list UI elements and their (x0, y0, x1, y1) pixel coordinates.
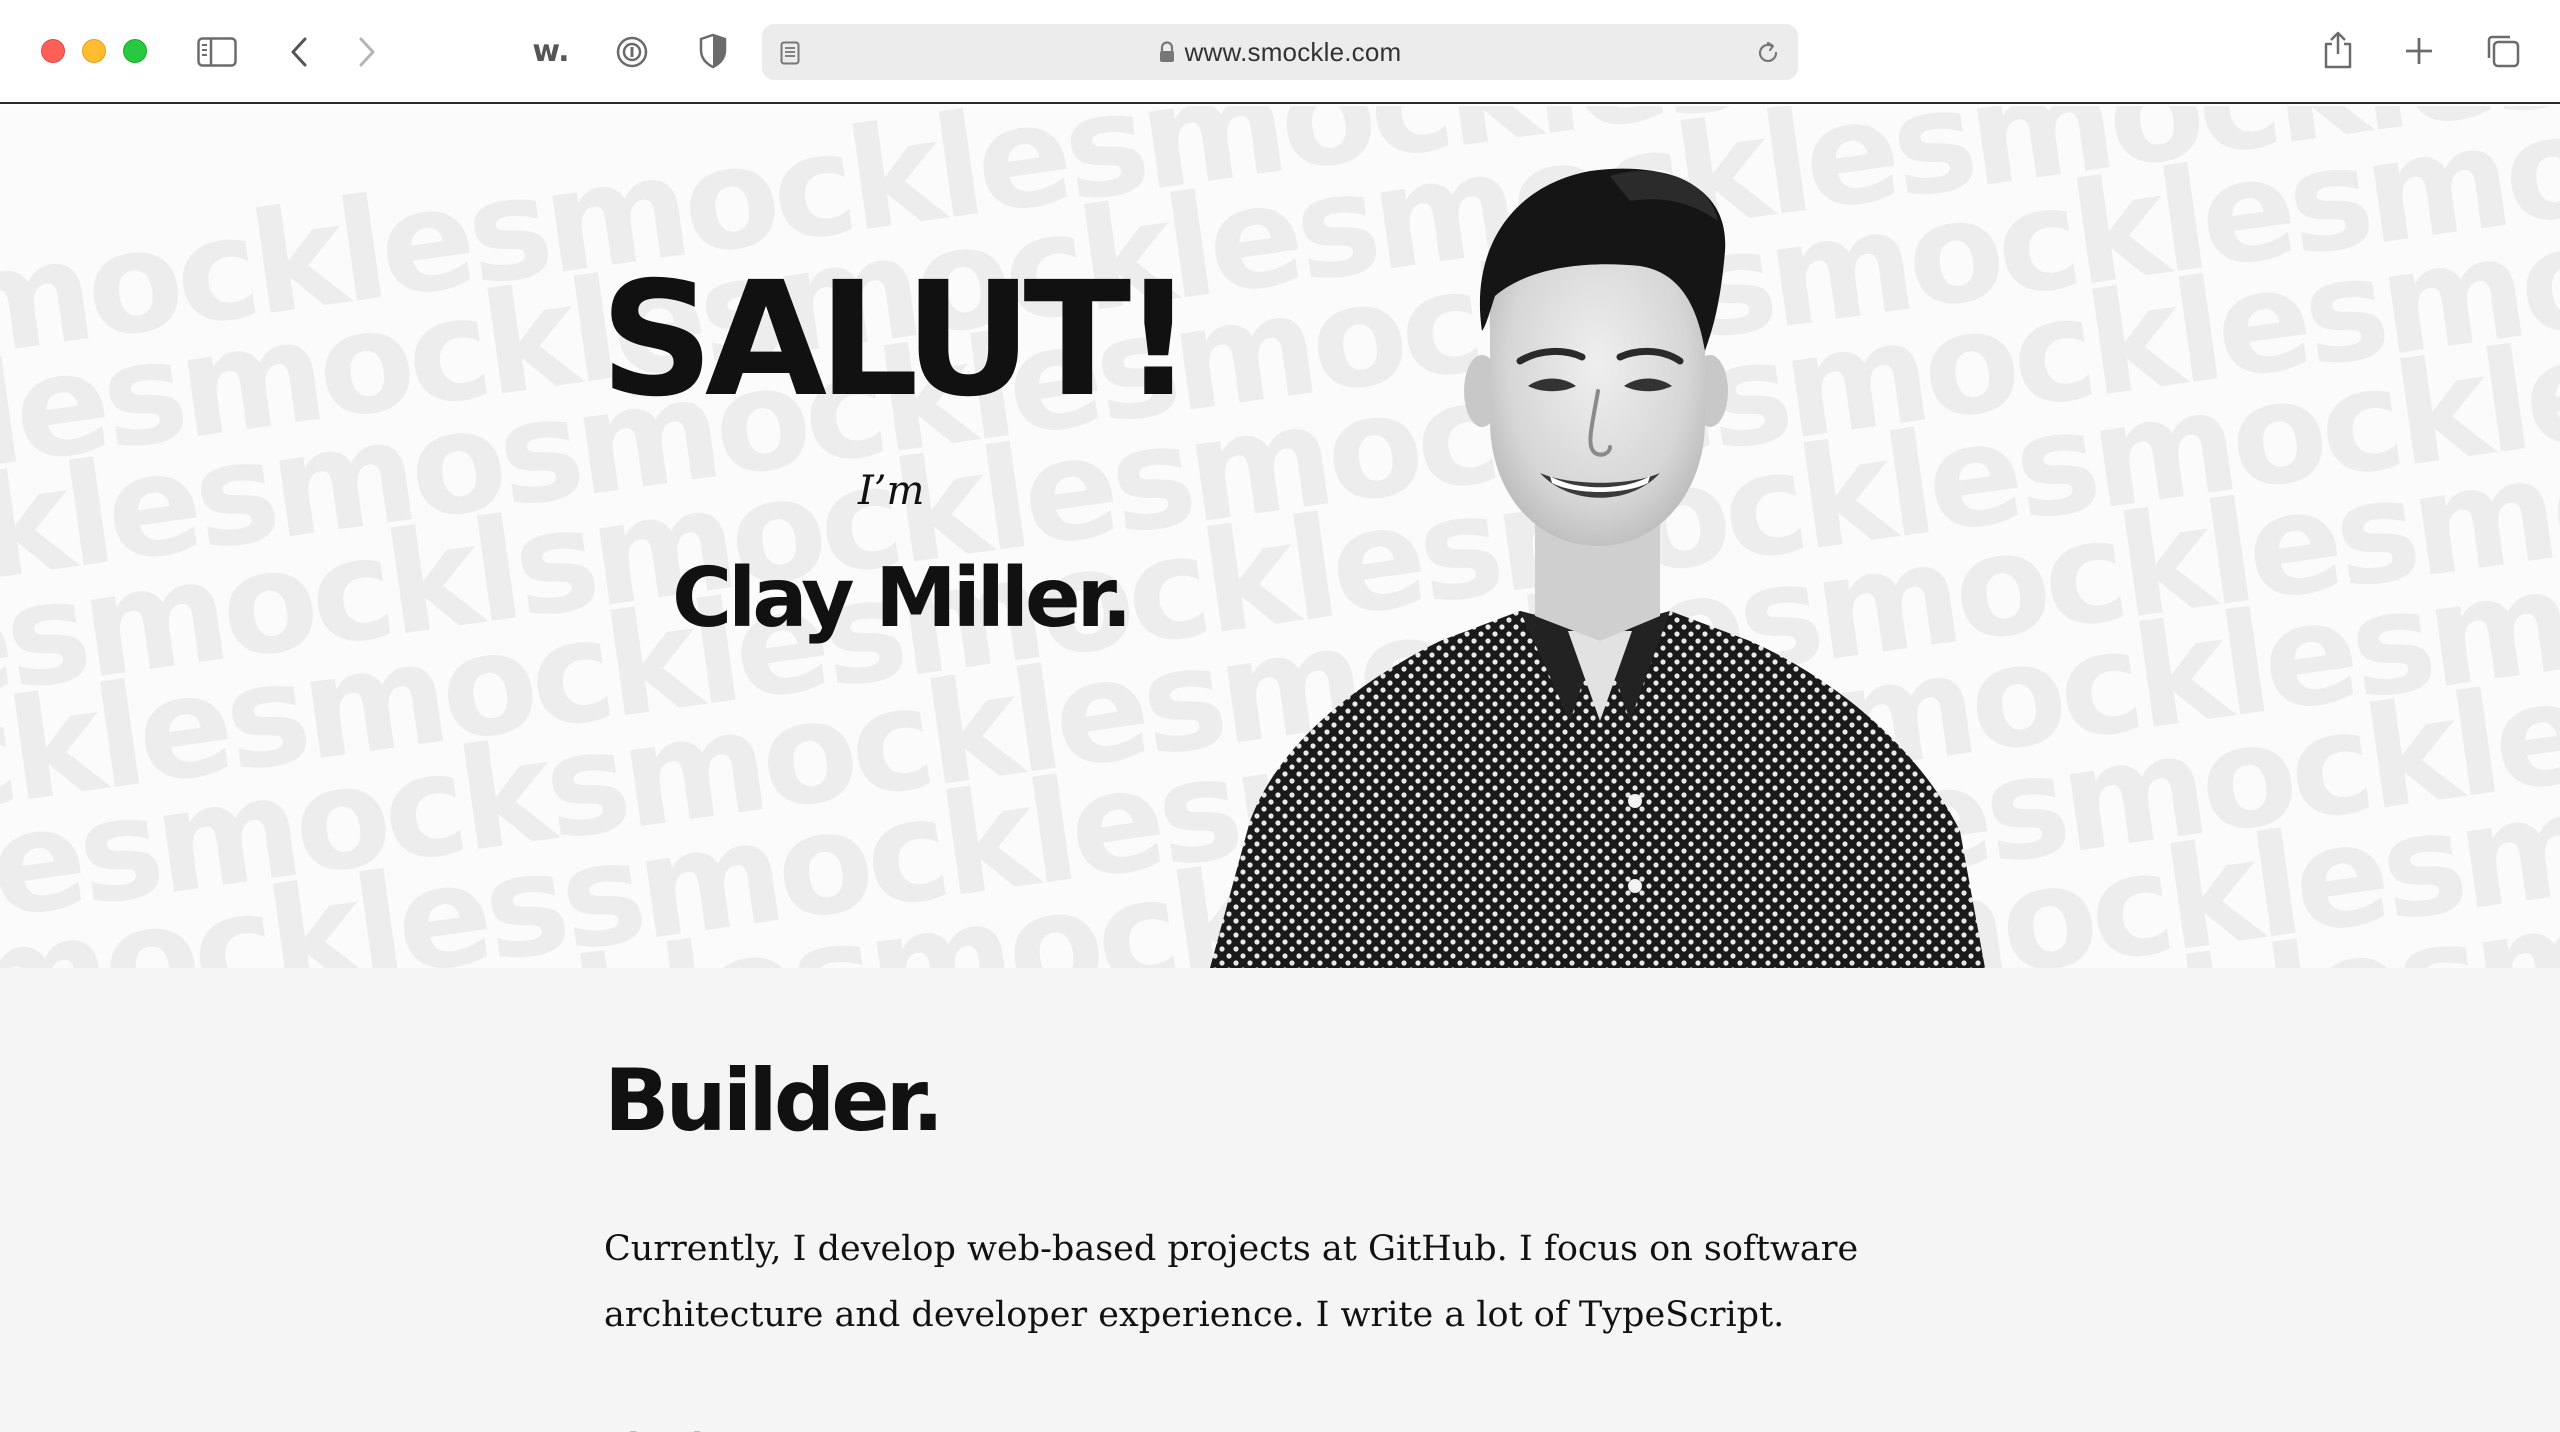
sidebar-icon[interactable] (196, 36, 238, 68)
forward-icon[interactable] (354, 34, 380, 70)
about-paragraph: Currently, I develop web-based projects … (604, 1229, 1859, 1335)
address-url[interactable]: www.smockle.com (762, 24, 1798, 80)
next-paragraph: I lead... (604, 1414, 1894, 1432)
lock-icon (1159, 41, 1175, 63)
hero-section: smocklesmocklesmocklesmocklesmocklesmock… (0, 106, 2560, 968)
hero-intro: I’m (858, 468, 925, 514)
url-text: www.smockle.com (1184, 36, 1402, 67)
page-viewport: smocklesmocklesmocklesmocklesmocklesmock… (0, 106, 2560, 1432)
minimize-window-button[interactable] (82, 39, 106, 63)
share-icon[interactable] (2318, 28, 2358, 72)
address-bar[interactable]: www.smockle.com (762, 24, 1798, 80)
reload-icon[interactable] (1754, 39, 1782, 67)
password-extension-icon[interactable] (614, 34, 650, 70)
zoom-window-button[interactable] (123, 39, 147, 63)
browser-toolbar: w. www.smockle.com (0, 0, 2560, 104)
close-window-button[interactable] (41, 39, 65, 63)
w-extension-icon[interactable]: w. (528, 30, 574, 72)
shield-extension-icon[interactable] (696, 32, 730, 70)
hero-name: Clay Miller. (672, 551, 1133, 646)
hero-greeting: SALUT! (600, 248, 1194, 432)
new-tab-icon[interactable] (2402, 34, 2436, 68)
section-heading: Builder. (604, 1051, 944, 1151)
back-icon[interactable] (286, 34, 312, 70)
portrait-photo (1210, 168, 1985, 968)
about-section: Builder. Currently, I develop web-based … (0, 968, 2560, 1432)
tab-overview-icon[interactable] (2484, 32, 2522, 70)
